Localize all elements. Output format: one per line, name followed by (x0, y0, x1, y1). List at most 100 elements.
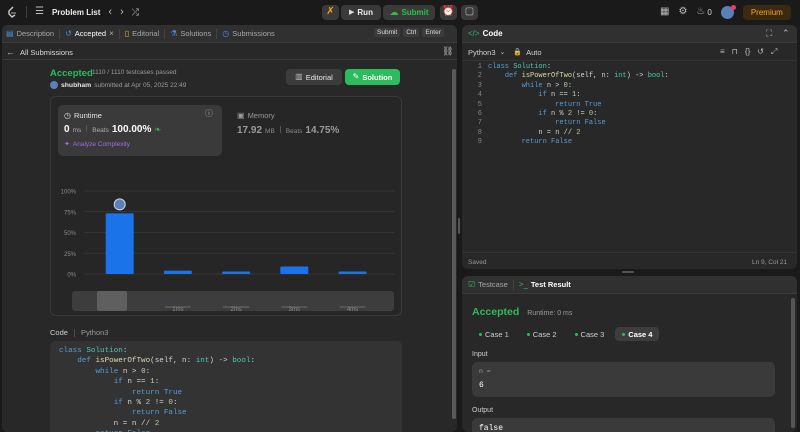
submission-code-block[interactable]: class Solution: def isPowerOfTwo(self, n… (50, 341, 402, 432)
shuffle-icon[interactable]: ⤮ (132, 7, 139, 17)
editor-code-line: n = n // 2 (488, 128, 581, 137)
bookmark-icon[interactable]: ⊓ (732, 48, 738, 56)
case-3-tab[interactable]: Case 3 (568, 327, 612, 341)
prev-problem-icon[interactable]: ‹ (108, 6, 112, 18)
range-label: 2ms (230, 307, 241, 313)
tab-solutions[interactable]: ⚗ Solutions (165, 25, 216, 43)
memory-card[interactable]: 17.92 MB Beats 14.75% (237, 125, 339, 136)
close-icon[interactable]: × (109, 29, 114, 38)
debug-button[interactable]: ✗ (322, 4, 339, 20)
settings-gear-icon[interactable]: ⚙ (678, 7, 687, 17)
reset-icon[interactable]: ↺ (757, 48, 764, 56)
tab-submissions[interactable]: ◷ Submissions (217, 25, 280, 43)
vertical-splitter[interactable] (458, 218, 460, 234)
analyze-complexity-link[interactable]: ✦ Analyze Complexity (64, 141, 130, 148)
fullscreen-icon[interactable]: ⤢ (771, 48, 777, 56)
line-number: 7 (477, 119, 482, 128)
premium-label: Premium (750, 7, 783, 17)
avatar[interactable] (720, 4, 736, 19)
tab-test-result[interactable]: >_ Test Result (514, 276, 576, 294)
case-2-tab[interactable]: Case 2 (520, 327, 564, 341)
submitted-at: submitted at Apr 05, 2025 22:49 (94, 81, 187, 89)
code-brackets-icon: </> (468, 28, 480, 38)
notes-button[interactable]: ▢ (461, 4, 478, 20)
tab-accepted-label: Accepted (74, 29, 107, 38)
back-to-submissions[interactable]: ← All Submissions (6, 46, 73, 58)
submit-button[interactable]: ☁ Submit (383, 4, 435, 20)
editor-code-line: def isPowerOfTwo(self, n: int) -> bool: (504, 72, 669, 81)
scrollbar-result[interactable] (791, 298, 795, 428)
editor-code-line: return False (521, 138, 573, 147)
streak-counter[interactable]: ♨ 0 (696, 7, 711, 17)
horizontal-splitter[interactable] (622, 271, 634, 273)
link-icon[interactable]: ⛓ (442, 47, 453, 56)
problem-list-link[interactable]: Problem List (52, 8, 100, 17)
left-scrollbar[interactable] (452, 69, 456, 419)
editor-title: Code (482, 29, 503, 38)
premium-button[interactable]: Premium (742, 4, 791, 20)
code-editor[interactable]: class Solution: def isPowerOfTwo(self, n… (488, 63, 788, 148)
lock-icon: 🔒 (513, 48, 523, 56)
notes-icon: ▢ (464, 6, 475, 17)
output-label: Output (472, 407, 494, 414)
case-3-label: Case 3 (580, 329, 605, 339)
editor-code-line: return False (555, 119, 606, 128)
language-selector[interactable]: Python3 (468, 48, 496, 57)
tab-description[interactable]: ▤ Description (2, 25, 59, 43)
case-1-label: Case 1 (485, 329, 509, 339)
code-line: n = n // 2 (59, 419, 160, 428)
info-icon[interactable]: ⓘ (205, 110, 213, 118)
username[interactable]: shubham (61, 82, 91, 89)
runtime-value: 0 (64, 124, 70, 135)
maximize-icon[interactable]: ⛶ (766, 29, 772, 38)
stopwatch-icon: ◷ (64, 110, 71, 120)
submission-status: Accepted (50, 68, 93, 79)
leetcode-logo-icon[interactable] (6, 6, 18, 18)
chevron-down-icon[interactable]: ⌄ (500, 49, 506, 56)
editorial-button[interactable]: ▥ Editorial (286, 69, 342, 85)
tab-test-result-label: Test Result (530, 280, 571, 289)
testcases-passed: 1110 / 1110 testcases passed (92, 69, 177, 76)
memory-chip-icon: ▣ (237, 110, 245, 120)
tab-description-label: Description (16, 29, 55, 38)
back-label: All Submissions (20, 47, 73, 57)
memory-value: 17.92 (237, 125, 263, 136)
tab-accepted[interactable]: ↺ Accepted × (60, 25, 119, 43)
next-problem-icon[interactable]: › (120, 6, 124, 18)
format-icon[interactable]: ≡ (720, 48, 725, 56)
play-icon: ▶ (349, 8, 355, 16)
alarm-button[interactable]: ⏰ (440, 4, 457, 20)
code-line: if n % 2 != 0: (113, 398, 178, 407)
editorial-label: Editorial (305, 72, 333, 82)
user-avatar[interactable] (50, 81, 58, 89)
line-number: 3 (477, 81, 482, 90)
problem-list-icon[interactable]: ☰ (35, 7, 44, 17)
solution-button[interactable]: ✎ Solution (345, 69, 400, 85)
history-icon: ↺ (65, 28, 72, 38)
layout-grid-icon[interactable]: ▦ (660, 7, 669, 17)
line-number: 8 (477, 128, 482, 137)
tab-editorial[interactable]: ▯ Editorial (120, 25, 165, 43)
runtime-distribution-chart[interactable]: 100%75%50%25%0%1ms2ms3ms4ms (50, 179, 402, 279)
chevron-up-icon[interactable]: ⌃ (782, 29, 790, 38)
case-1-tab[interactable]: Case 1 (472, 327, 516, 341)
line-numbers: 123456789 (466, 63, 482, 148)
code-editor-panel: </> Code ⛶ ⌃ Python3 ⌄ 🔒 Auto ≡ ⊓ {} ↺ ⤢… (462, 25, 797, 269)
y-tick-label: 50% (64, 231, 77, 237)
result-runtime: Runtime: 0 ms (527, 310, 573, 317)
braces-icon[interactable]: {} (745, 48, 750, 56)
result-status: Accepted (472, 306, 520, 318)
output-value: false (479, 424, 504, 432)
line-number: 4 (477, 91, 482, 100)
case-4-tab[interactable]: Case 4 (615, 327, 660, 341)
line-number: 5 (477, 100, 482, 109)
tab-testcase[interactable]: ☑ Testcase (462, 276, 513, 294)
auto-mode[interactable]: Auto (526, 48, 541, 57)
y-tick-label: 75% (64, 210, 77, 216)
sparkle-icon: ✦ (64, 141, 70, 148)
chart-bar (163, 270, 192, 274)
book-open-icon: ▥ (295, 72, 303, 81)
run-label: Run (357, 7, 373, 17)
runtime-beats: 100.00% (111, 124, 152, 135)
run-button[interactable]: ▶ Run (341, 4, 381, 20)
